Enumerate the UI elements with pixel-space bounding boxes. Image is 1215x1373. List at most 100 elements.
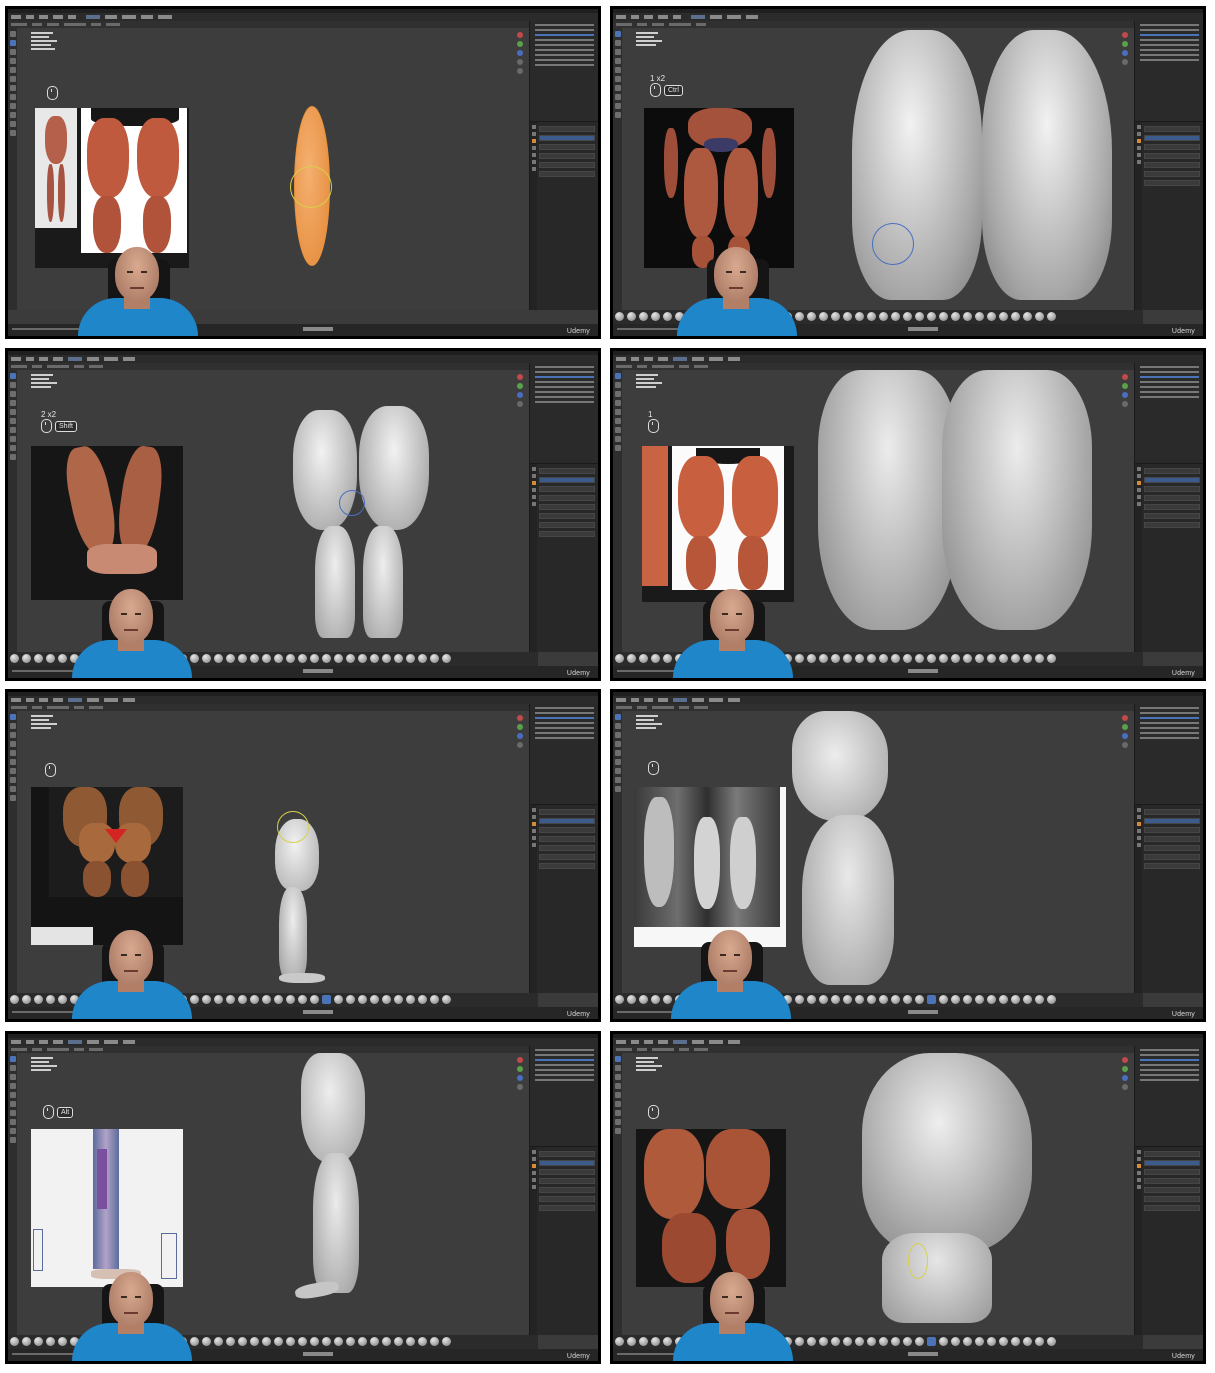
outliner[interactable] xyxy=(1134,1046,1203,1146)
workspace-tab-sculpting[interactable] xyxy=(691,15,706,19)
sculpt-tool-icon[interactable] xyxy=(9,1101,16,1107)
sculpt-tool-icon[interactable] xyxy=(614,768,621,774)
reference-photo-calf-closeup[interactable] xyxy=(636,1129,786,1287)
sculpt-mesh-right-quad[interactable] xyxy=(359,406,429,530)
sculpt-tool-icon[interactable] xyxy=(9,130,16,136)
reference-photo-legs-front[interactable] xyxy=(642,446,794,602)
sculpt-tool-icon[interactable] xyxy=(614,445,621,451)
sculpt-tool-icon[interactable] xyxy=(9,759,16,765)
sculpt-tool-icon[interactable] xyxy=(9,391,16,397)
sculpt-mesh-upper-leg[interactable] xyxy=(301,1053,365,1163)
sculpt-mesh-knee-closeup[interactable] xyxy=(862,1053,1032,1253)
workspace-tab[interactable] xyxy=(141,15,154,19)
sculpt-tool-icon[interactable] xyxy=(9,1110,16,1116)
menu-item[interactable] xyxy=(673,15,681,19)
sculpt-mesh-foot[interactable] xyxy=(294,1279,340,1301)
sculpt-tool-icon[interactable] xyxy=(9,445,16,451)
navigation-gizmo-icon[interactable] xyxy=(514,374,526,410)
sculpt-tool-icon[interactable] xyxy=(9,418,16,424)
sculpt-mesh-foot[interactable] xyxy=(279,973,325,983)
sculpt-tool-icon[interactable] xyxy=(9,454,16,460)
reference-photo-glutes[interactable] xyxy=(31,787,183,945)
sculpt-tool-icon[interactable] xyxy=(9,49,16,55)
sculpt-tool-icon[interactable] xyxy=(9,400,16,406)
sculpt-tool-icon[interactable] xyxy=(9,768,16,774)
workspace-tab-sculpting[interactable] xyxy=(673,698,687,702)
properties-panel[interactable] xyxy=(529,463,598,652)
menu-item[interactable] xyxy=(616,15,626,19)
properties-panel[interactable] xyxy=(529,1146,598,1335)
sculpt-tool-icon[interactable] xyxy=(9,76,16,82)
navigation-gizmo-icon[interactable] xyxy=(514,1057,526,1093)
sculpt-tool-icon[interactable] xyxy=(614,418,621,424)
sculpt-tool-icon[interactable] xyxy=(614,427,621,433)
outliner[interactable] xyxy=(1134,363,1203,463)
sculpt-tool-icon[interactable] xyxy=(614,786,621,792)
sculpt-tool-icon[interactable] xyxy=(614,1101,621,1107)
sculpt-mesh-left-quad[interactable] xyxy=(852,30,982,300)
workspace-tab[interactable] xyxy=(710,15,723,19)
menu-item[interactable] xyxy=(53,15,63,19)
sculpt-tool-icon[interactable] xyxy=(614,1083,621,1089)
sculpt-mesh-calf-side[interactable] xyxy=(802,815,894,985)
outliner[interactable] xyxy=(529,1046,598,1146)
reference-photo-bw-calves[interactable] xyxy=(634,787,786,947)
sculpt-mesh-right-quad[interactable] xyxy=(982,30,1112,300)
sculpt-tool-icon[interactable] xyxy=(9,1128,16,1134)
sculpt-tool-icon[interactable] xyxy=(9,714,16,720)
sculpt-tool-icon[interactable] xyxy=(614,759,621,765)
workspace-tab-sculpting[interactable] xyxy=(86,15,101,19)
sculpt-tool-icon[interactable] xyxy=(614,1065,621,1071)
properties-panel[interactable] xyxy=(1134,804,1203,993)
sculpt-tool-icon[interactable] xyxy=(9,1074,16,1080)
sculpt-tool-icon[interactable] xyxy=(9,1083,16,1089)
sculpt-mesh-lower-leg[interactable] xyxy=(313,1153,359,1293)
sculpt-mesh-left-calf[interactable] xyxy=(315,526,355,638)
sculpt-tool-icon[interactable] xyxy=(614,49,621,55)
sculpt-tool-icon[interactable] xyxy=(614,723,621,729)
sculpt-mesh-calf-closeup[interactable] xyxy=(882,1233,992,1323)
sculpt-tool-icon[interactable] xyxy=(9,112,16,118)
sculpt-tool-icon[interactable] xyxy=(614,58,621,64)
sculpt-tool-icon[interactable] xyxy=(614,382,621,388)
sculpt-tool-icon[interactable] xyxy=(9,103,16,109)
sculpt-tool-icon[interactable] xyxy=(614,750,621,756)
navigation-gizmo-icon[interactable] xyxy=(1119,715,1131,751)
reference-photo-calves[interactable] xyxy=(31,446,183,600)
navigation-gizmo-icon[interactable] xyxy=(514,715,526,751)
sculpt-tool-icon[interactable] xyxy=(9,121,16,127)
outliner[interactable] xyxy=(1134,21,1203,121)
sculpt-tool-icon[interactable] xyxy=(9,777,16,783)
sculpt-mesh-right-calf[interactable] xyxy=(363,526,403,638)
sculpt-tool-icon[interactable] xyxy=(9,31,16,37)
sculpt-tool-icon[interactable] xyxy=(614,436,621,442)
sculpt-tool-icon[interactable] xyxy=(614,103,621,109)
outliner[interactable] xyxy=(529,363,598,463)
sculpt-tool-icon[interactable] xyxy=(9,382,16,388)
menu-item[interactable] xyxy=(11,15,21,19)
sculpt-tool-icon[interactable] xyxy=(9,67,16,73)
sculpt-tool-icon[interactable] xyxy=(614,94,621,100)
sculpt-tool-icon[interactable] xyxy=(614,714,621,720)
workspace-tab[interactable] xyxy=(158,15,173,19)
sculpt-tool-icon[interactable] xyxy=(9,409,16,415)
workspace-tab[interactable] xyxy=(105,15,118,19)
navigation-gizmo-icon[interactable] xyxy=(1119,32,1131,68)
workspace-tab-sculpting[interactable] xyxy=(673,357,687,361)
reference-anatomy-diagram[interactable] xyxy=(31,1129,183,1287)
outliner[interactable] xyxy=(1134,704,1203,804)
workspace-tab-sculpting[interactable] xyxy=(68,698,82,702)
menu-item[interactable] xyxy=(39,15,48,19)
sculpt-tool-icon[interactable] xyxy=(9,373,16,379)
properties-panel[interactable] xyxy=(1134,1146,1203,1335)
workspace-tab[interactable] xyxy=(727,15,742,19)
sculpt-tool-icon[interactable] xyxy=(9,750,16,756)
outliner[interactable] xyxy=(529,704,598,804)
sculpt-tool-icon[interactable] xyxy=(9,1056,16,1062)
sculpt-tool-icon[interactable] xyxy=(614,400,621,406)
sculpt-tool-icon[interactable] xyxy=(614,732,621,738)
sculpt-tool-icon[interactable] xyxy=(9,436,16,442)
sculpt-mesh-lower-leg[interactable] xyxy=(279,887,307,979)
properties-panel[interactable] xyxy=(529,121,598,310)
menu-item[interactable] xyxy=(644,15,653,19)
